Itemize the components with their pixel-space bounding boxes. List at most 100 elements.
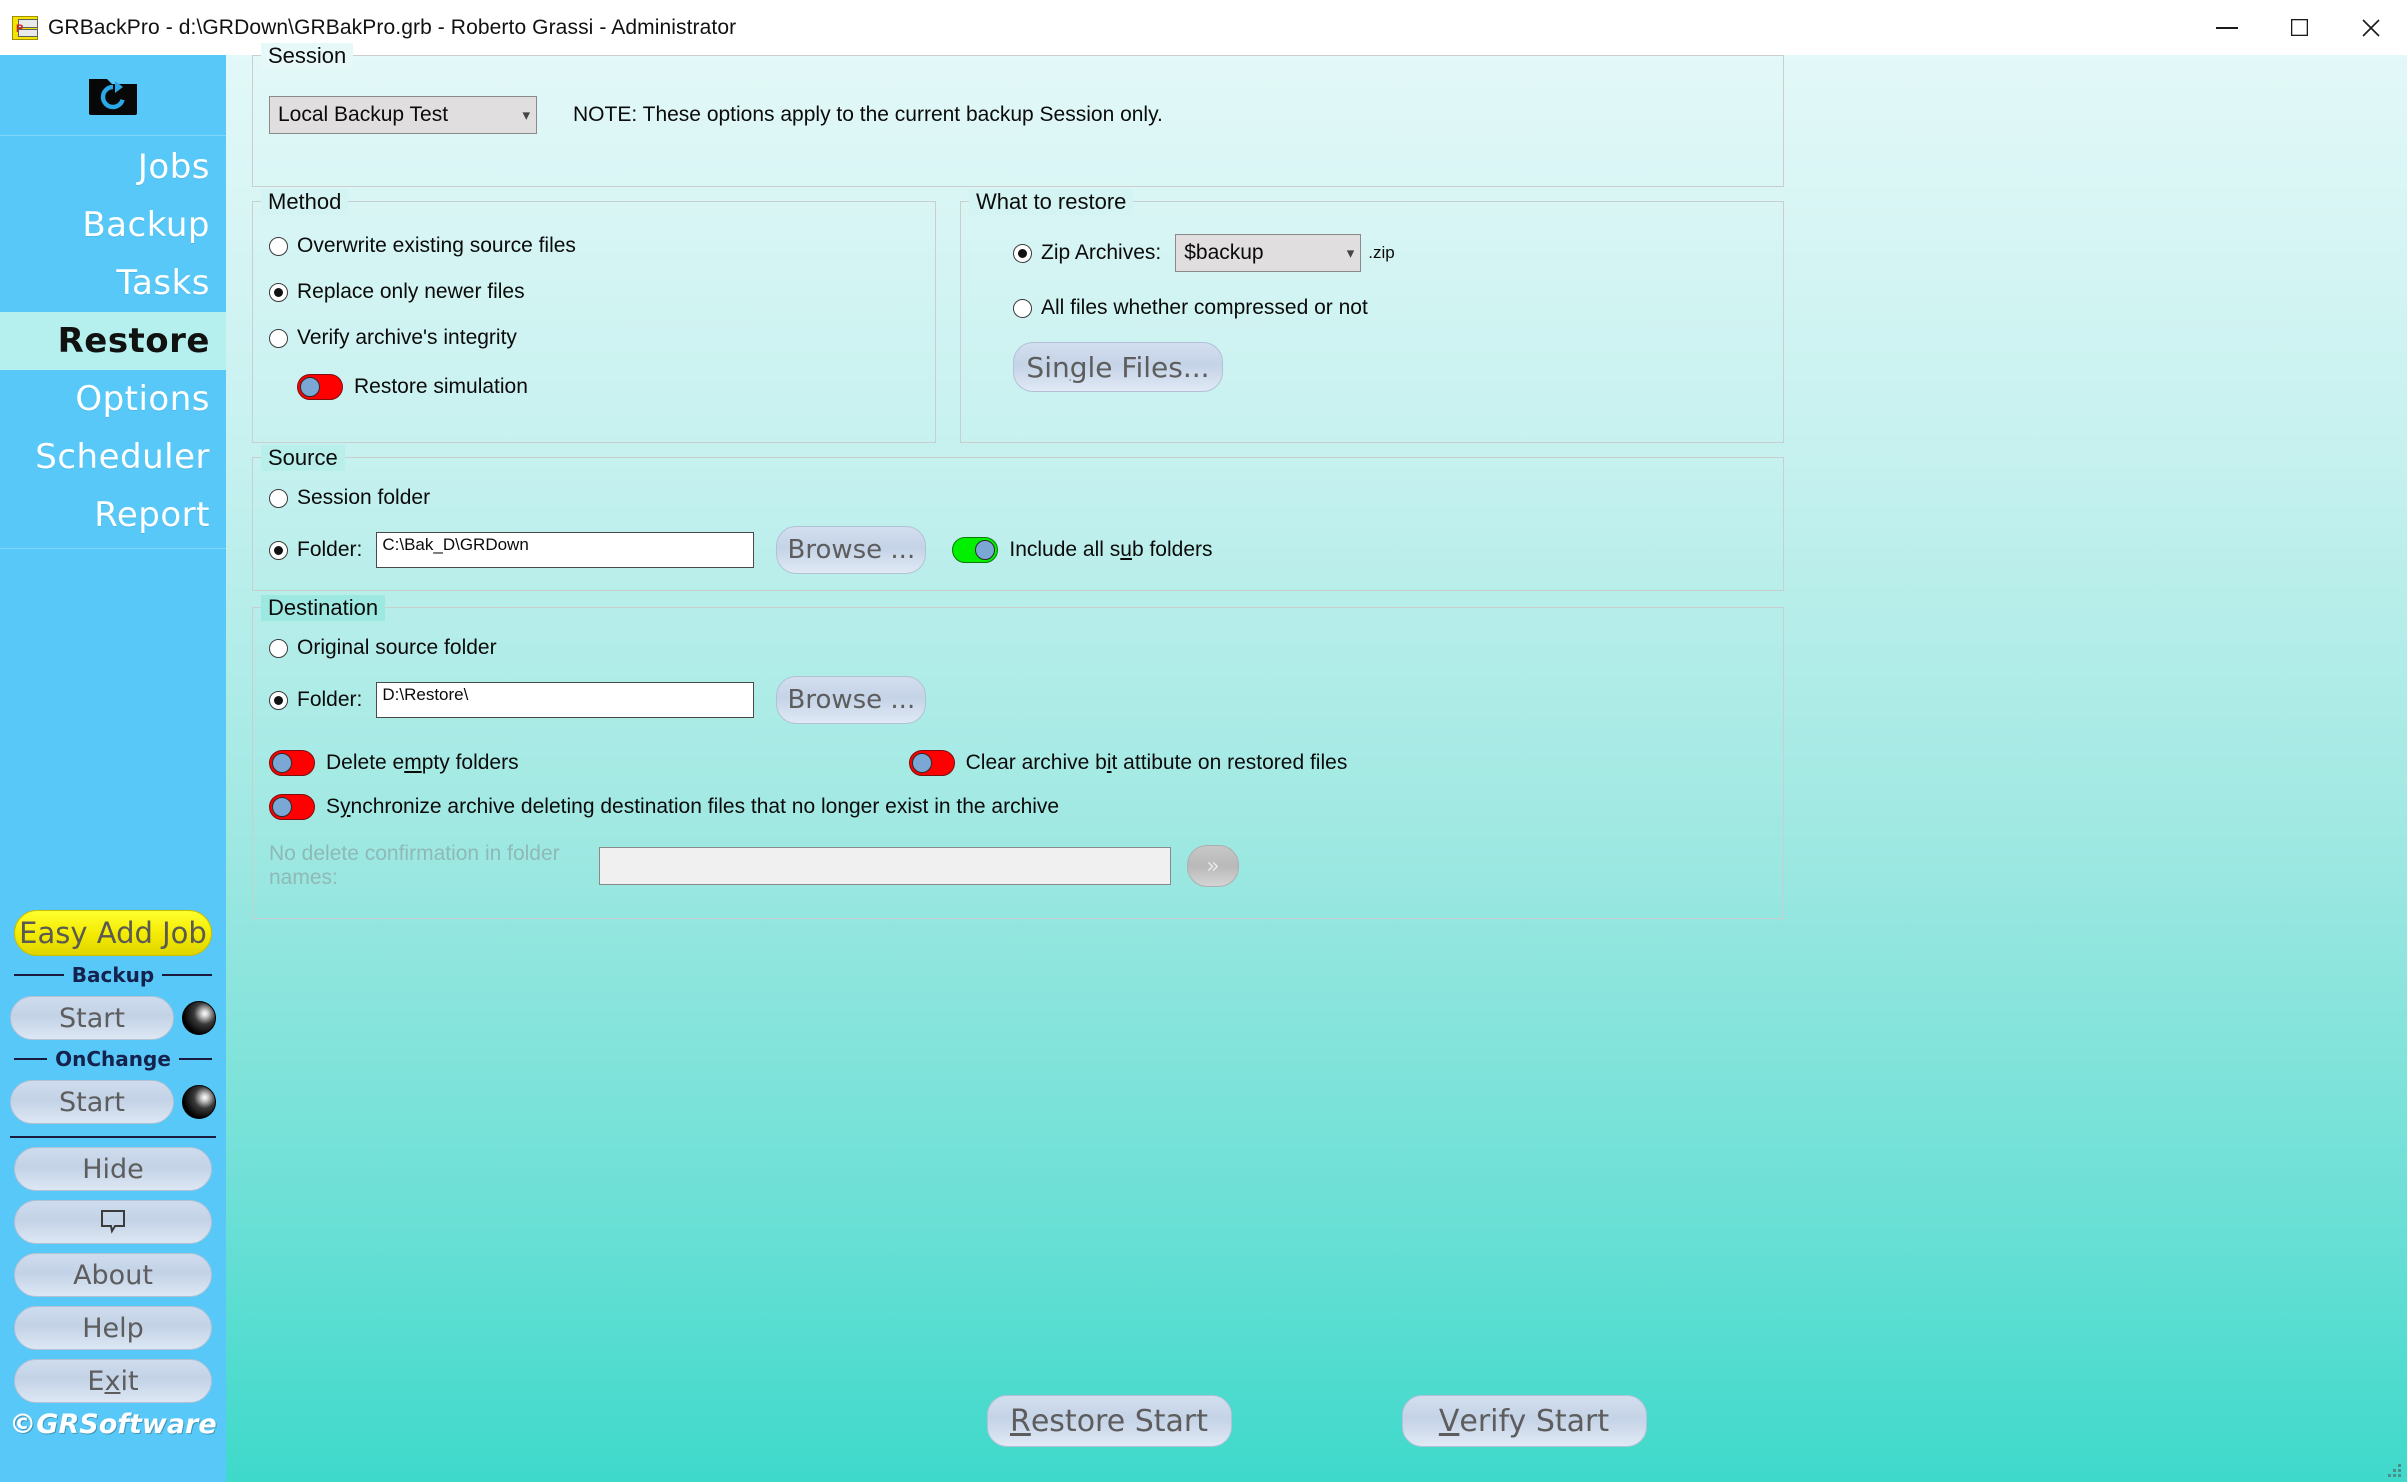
backup-start-row: Start bbox=[0, 996, 226, 1040]
help-label: Help bbox=[82, 1312, 144, 1344]
easy-add-job-label: Easy Add Job bbox=[19, 916, 207, 950]
radio-overwrite-icon[interactable] bbox=[269, 236, 288, 256]
minimize-button[interactable] bbox=[2191, 0, 2263, 55]
radio-verify-integrity-icon[interactable] bbox=[269, 328, 288, 348]
verify-start-label-key: V bbox=[1438, 1403, 1460, 1439]
method-restore-row: Method Overwrite existing source files R… bbox=[252, 189, 1784, 443]
resize-grip-icon[interactable] bbox=[2385, 1461, 2401, 1477]
method-option-replace-newer[interactable]: Replace only newer files bbox=[269, 280, 919, 304]
title-bar: P GRBackPro - d:\GRDown\GRBakPro.grb - R… bbox=[0, 0, 2407, 55]
include-subfolders-label-post: b folders bbox=[1131, 538, 1213, 561]
window-controls bbox=[2191, 0, 2407, 55]
toggle-knob-icon bbox=[272, 753, 292, 773]
source-legend: Source bbox=[261, 445, 345, 471]
zip-archives-label: Zip Archives: bbox=[1041, 241, 1162, 264]
backup-start-button[interactable]: Start bbox=[10, 996, 174, 1040]
delete-empty-folders-label-post: pty folders bbox=[421, 751, 519, 774]
chevron-down-icon: ▾ bbox=[1346, 245, 1355, 262]
synchronize-archive-label-key: y bbox=[340, 795, 351, 818]
sidebar-logo bbox=[0, 55, 226, 135]
sidebar-item-scheduler[interactable]: Scheduler bbox=[0, 428, 226, 486]
no-delete-more-button[interactable]: » bbox=[1187, 845, 1239, 887]
sidebar-item-tasks[interactable]: Tasks bbox=[0, 254, 226, 312]
method-option-label: Replace only newer files bbox=[297, 280, 525, 303]
toggle-knob-icon bbox=[975, 540, 996, 560]
delete-empty-folders-label-key: m bbox=[404, 751, 422, 774]
source-browse-button[interactable]: Browse ... bbox=[776, 526, 927, 574]
message-bubble-button[interactable] bbox=[14, 1200, 212, 1244]
clear-archive-bit-toggle[interactable] bbox=[908, 750, 955, 776]
restore-start-label-key: R bbox=[1009, 1403, 1031, 1439]
backup-divider-label: Backup bbox=[71, 963, 155, 987]
restore-start-label-post: estore Start bbox=[1030, 1403, 1209, 1439]
exit-button[interactable]: Ex it bbox=[14, 1359, 212, 1403]
window-title: GRBackPro - d:\GRDown\GRBakPro.grb - Rob… bbox=[48, 15, 737, 39]
what-to-restore-group: What to restore Zip Archives: $backup ▾ … bbox=[960, 189, 1784, 443]
restore-simulation-toggle[interactable] bbox=[297, 374, 343, 400]
what-to-restore-legend: What to restore bbox=[969, 189, 1134, 215]
onchange-section-divider: OnChange bbox=[0, 1047, 226, 1071]
sidebar-item-backup[interactable]: Backup bbox=[0, 196, 226, 254]
synchronize-archive-toggle[interactable] bbox=[269, 794, 315, 820]
onchange-start-button[interactable]: Start bbox=[10, 1080, 174, 1124]
sidebar: Jobs Backup Tasks Restore Options Schedu… bbox=[0, 55, 226, 1482]
help-button[interactable]: Help bbox=[14, 1306, 212, 1350]
include-subfolders-toggle[interactable] bbox=[952, 537, 999, 563]
destination-browse-button[interactable]: Browse ... bbox=[776, 676, 927, 724]
backup-status-led-icon bbox=[182, 1001, 216, 1035]
synchronize-archive-row: Sy nchronize archive deleting destination… bbox=[269, 794, 1767, 820]
method-option-label: Verify archive's integrity bbox=[297, 326, 517, 349]
no-delete-confirmation-input[interactable] bbox=[599, 847, 1171, 885]
delete-empty-folders-toggle[interactable] bbox=[269, 750, 315, 776]
session-row: Local Backup Test ▾ NOTE: These options … bbox=[269, 96, 1767, 134]
speech-bubble-icon bbox=[98, 1209, 128, 1235]
source-folder-input[interactable]: C:\Bak_D\GRDown bbox=[376, 532, 755, 568]
single-files-row: Sin g le Files... bbox=[977, 342, 1767, 392]
restore-simulation-row[interactable]: Restore simulation bbox=[269, 374, 919, 400]
toggle-knob-icon bbox=[911, 753, 932, 773]
verify-start-label-post: erify Start bbox=[1459, 1403, 1610, 1439]
hide-button[interactable]: Hide bbox=[14, 1147, 212, 1191]
synchronize-archive-label-post: nchronize archive deleting destination f… bbox=[350, 795, 1060, 818]
destination-original-row[interactable]: Original source folder bbox=[269, 636, 1767, 660]
radio-zip-archives-icon[interactable] bbox=[1013, 243, 1032, 263]
radio-replace-newer-icon[interactable] bbox=[269, 282, 288, 302]
source-session-folder-row[interactable]: Session folder bbox=[269, 486, 1767, 510]
single-files-button[interactable]: Sin g le Files... bbox=[1013, 342, 1223, 392]
method-group: Method Overwrite existing source files R… bbox=[252, 189, 936, 443]
exit-label-post: it bbox=[120, 1365, 139, 1397]
source-folder-label: Folder: bbox=[297, 538, 363, 561]
destination-folder-input[interactable]: D:\Restore\ bbox=[376, 682, 755, 718]
zip-archives-row[interactable]: Zip Archives: $backup ▾ .zip bbox=[977, 234, 1767, 272]
radio-all-files-icon[interactable] bbox=[1013, 298, 1032, 318]
destination-group: Destination Original source folder Folde… bbox=[252, 595, 1784, 919]
radio-session-folder-icon[interactable] bbox=[269, 488, 288, 508]
verify-start-button[interactable]: Verify Start bbox=[1401, 1395, 1647, 1447]
sidebar-item-options[interactable]: Options bbox=[0, 370, 226, 428]
zip-extension-label: .zip bbox=[1368, 243, 1395, 262]
sidebar-item-restore[interactable]: Restore bbox=[0, 312, 226, 370]
restore-start-button[interactable]: Restore Start bbox=[986, 1395, 1232, 1447]
method-option-overwrite[interactable]: Overwrite existing source files bbox=[269, 234, 919, 258]
method-option-verify-integrity[interactable]: Verify archive's integrity bbox=[269, 326, 919, 350]
all-files-row[interactable]: All files whether compressed or not bbox=[977, 296, 1767, 320]
radio-destination-folder-icon[interactable] bbox=[269, 690, 288, 710]
radio-original-source-folder-icon[interactable] bbox=[269, 638, 288, 658]
sidebar-item-label: Scheduler bbox=[35, 437, 210, 477]
divider-line-right bbox=[162, 974, 213, 976]
sidebar-item-report[interactable]: Report bbox=[0, 486, 226, 544]
sidebar-item-jobs[interactable]: Jobs bbox=[0, 138, 226, 196]
easy-add-job-button[interactable]: Easy Add Job bbox=[14, 910, 212, 956]
source-folder-row: Folder: C:\Bak_D\GRDown Browse ... Inclu… bbox=[269, 526, 1767, 574]
clear-archive-bit-label-pre: Clear archive b bbox=[965, 751, 1107, 774]
about-button[interactable]: About bbox=[14, 1253, 212, 1297]
session-select[interactable]: Local Backup Test ▾ bbox=[269, 96, 537, 134]
backup-start-label: Start bbox=[59, 1002, 125, 1034]
app-icon: P bbox=[12, 15, 38, 40]
close-button[interactable] bbox=[2335, 0, 2407, 55]
maximize-button[interactable] bbox=[2263, 0, 2335, 55]
onchange-status-led-icon bbox=[182, 1085, 216, 1119]
zip-archive-select[interactable]: $backup ▾ bbox=[1175, 234, 1362, 272]
radio-source-folder-icon[interactable] bbox=[269, 540, 288, 560]
onchange-divider-label: OnChange bbox=[55, 1047, 171, 1071]
